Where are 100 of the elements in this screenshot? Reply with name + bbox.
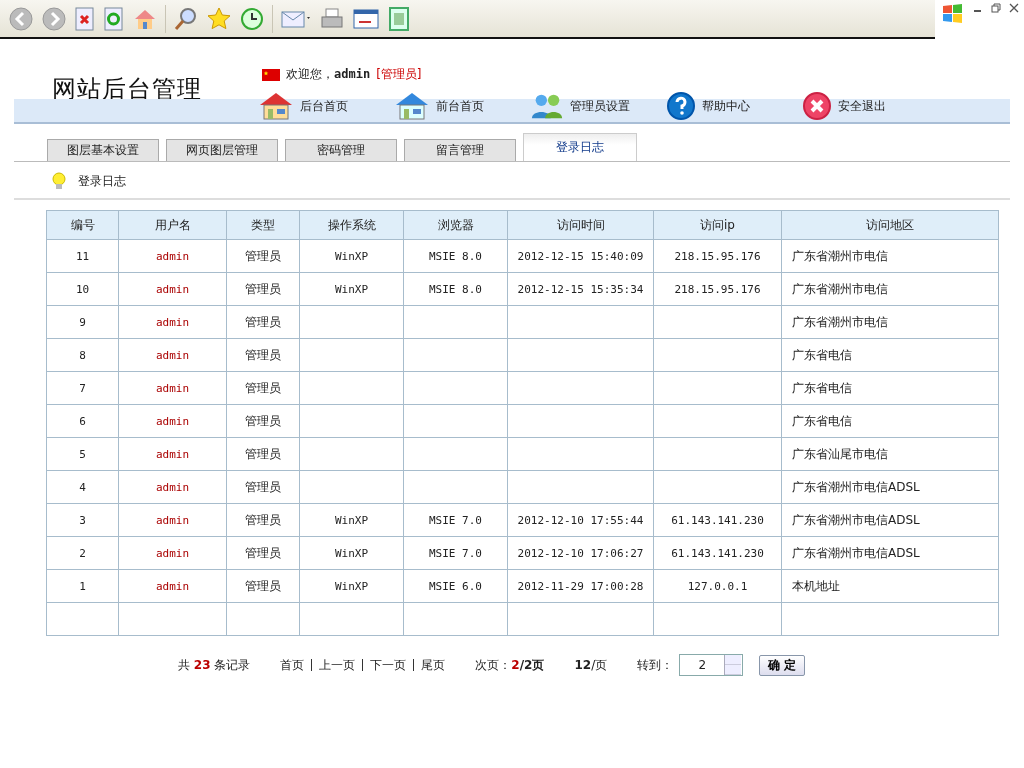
- table-cell: 广东省潮州市电信ADSL: [781, 503, 999, 537]
- table-cell: admin: [118, 404, 227, 438]
- nav-link[interactable]: 帮助中心: [702, 97, 750, 115]
- house-icon: [394, 91, 430, 121]
- table-cell: 管理员: [226, 371, 300, 405]
- history-icon[interactable]: [239, 5, 265, 32]
- table-cell: 广东省电信: [781, 338, 999, 372]
- printer-icon[interactable]: [319, 6, 345, 31]
- table-cell: 127.0.0.1: [653, 569, 782, 603]
- table-cell: 2012-11-29 17:00:28: [507, 569, 654, 603]
- table-cell: 管理员: [226, 437, 300, 471]
- nav-link[interactable]: 管理员设置: [570, 97, 630, 115]
- table-cell: 管理员: [226, 239, 300, 273]
- table-cell: 广东省电信: [781, 404, 999, 438]
- column-header: 访问时间: [507, 210, 654, 240]
- table-cell: 本机地址: [781, 569, 999, 603]
- table-cell: 管理员: [226, 338, 300, 372]
- record-count: 共 23 条记录: [178, 656, 251, 674]
- table-cell: 2012-12-15 15:35:34: [507, 272, 654, 306]
- table-cell: 广东省潮州市电信: [781, 239, 999, 273]
- table-cell: admin: [118, 338, 227, 372]
- table-cell: admin: [118, 437, 227, 471]
- tab[interactable]: 图层基本设置: [47, 139, 159, 161]
- table-cell: 5: [46, 437, 119, 471]
- table-cell: admin: [118, 305, 227, 339]
- back-icon[interactable]: [8, 5, 34, 32]
- star-icon[interactable]: [206, 5, 232, 32]
- table-cell: 管理员: [226, 272, 300, 306]
- column-header: 类型: [226, 210, 300, 240]
- table-cell: 管理员: [226, 569, 300, 603]
- nav-link[interactable]: 安全退出: [838, 97, 886, 115]
- stop-icon[interactable]: [74, 6, 96, 31]
- table-cell: WinXP: [299, 536, 404, 570]
- table-cell: MSIE 8.0: [403, 272, 508, 306]
- windows-logo-icon: [941, 3, 965, 25]
- table-cell: 广东省潮州市电信: [781, 305, 999, 339]
- table-cell: 2012-12-10 17:06:27: [507, 536, 654, 570]
- nav-link[interactable]: 前台首页: [436, 97, 484, 115]
- table-cell: MSIE 8.0: [403, 239, 508, 273]
- tab[interactable]: 登录日志: [523, 133, 637, 161]
- flag-icon: [262, 68, 280, 81]
- page-indicator: 次页：2/2页: [475, 656, 545, 674]
- restore-icon[interactable]: [991, 3, 1001, 13]
- column-header: 访问地区: [781, 210, 999, 240]
- table-cell: 7: [46, 371, 119, 405]
- breadcrumb-text: 登录日志: [78, 172, 126, 190]
- nav-link[interactable]: 后台首页: [300, 97, 348, 115]
- table-cell: 广东省潮州市电信ADSL: [781, 470, 999, 504]
- table-cell: 广东省电信: [781, 371, 999, 405]
- table-cell: admin: [118, 569, 227, 603]
- tab[interactable]: 网页图层管理: [166, 139, 278, 161]
- help-icon: [666, 91, 696, 121]
- close-icon[interactable]: [1009, 3, 1019, 13]
- page-link[interactable]: 下一页: [370, 656, 407, 674]
- table-cell: 管理员: [226, 404, 300, 438]
- confirm-button[interactable]: 确 定: [759, 654, 806, 676]
- table-cell: 1: [46, 569, 119, 603]
- table-cell: WinXP: [299, 569, 404, 603]
- column-header: 用户名: [118, 210, 227, 240]
- table-cell: 61.143.141.230: [653, 536, 782, 570]
- table-cell: MSIE 6.0: [403, 569, 508, 603]
- page-link[interactable]: 上一页: [319, 656, 356, 674]
- table-cell: 管理员: [226, 470, 300, 504]
- page-spinner[interactable]: 2: [679, 654, 744, 676]
- table-cell: WinXP: [299, 272, 404, 306]
- table-cell: 218.15.95.176: [653, 239, 782, 273]
- table-cell: admin: [118, 536, 227, 570]
- site-title: 网站后台管理: [52, 77, 203, 101]
- bookmark-icon[interactable]: [387, 5, 411, 32]
- refresh-icon[interactable]: [103, 6, 125, 31]
- table-cell: 管理员: [226, 305, 300, 339]
- page-link[interactable]: 首页: [280, 656, 305, 674]
- tab[interactable]: 密码管理: [285, 139, 397, 161]
- table-cell: 218.15.95.176: [653, 272, 782, 306]
- house-icon: [258, 91, 294, 121]
- search-icon[interactable]: [173, 5, 199, 32]
- column-header: 访问ip: [653, 210, 782, 240]
- table-cell: 2: [46, 536, 119, 570]
- table-cell: 6: [46, 404, 119, 438]
- table-cell: 广东省汕尾市电信: [781, 437, 999, 471]
- table-cell: 管理员: [226, 503, 300, 537]
- edit-icon[interactable]: [352, 6, 380, 31]
- page-link[interactable]: 尾页: [421, 656, 446, 674]
- table-cell: 广东省潮州市电信ADSL: [781, 536, 999, 570]
- table-cell: WinXP: [299, 503, 404, 537]
- role-label: [管理员]: [376, 66, 422, 83]
- table-cell: 3: [46, 503, 119, 537]
- table-cell: admin: [118, 371, 227, 405]
- goto-label: 转到：: [637, 656, 674, 674]
- table-cell: 广东省潮州市电信: [781, 272, 999, 306]
- tab[interactable]: 留言管理: [404, 139, 516, 161]
- table-cell: 11: [46, 239, 119, 273]
- exit-icon: [802, 91, 832, 121]
- column-header: 浏览器: [403, 210, 508, 240]
- forward-icon[interactable]: [41, 5, 67, 32]
- table-cell: MSIE 7.0: [403, 536, 508, 570]
- table-cell: WinXP: [299, 239, 404, 273]
- table-cell: admin: [118, 503, 227, 537]
- table-cell: admin: [118, 470, 227, 504]
- table-cell: 管理员: [226, 536, 300, 570]
